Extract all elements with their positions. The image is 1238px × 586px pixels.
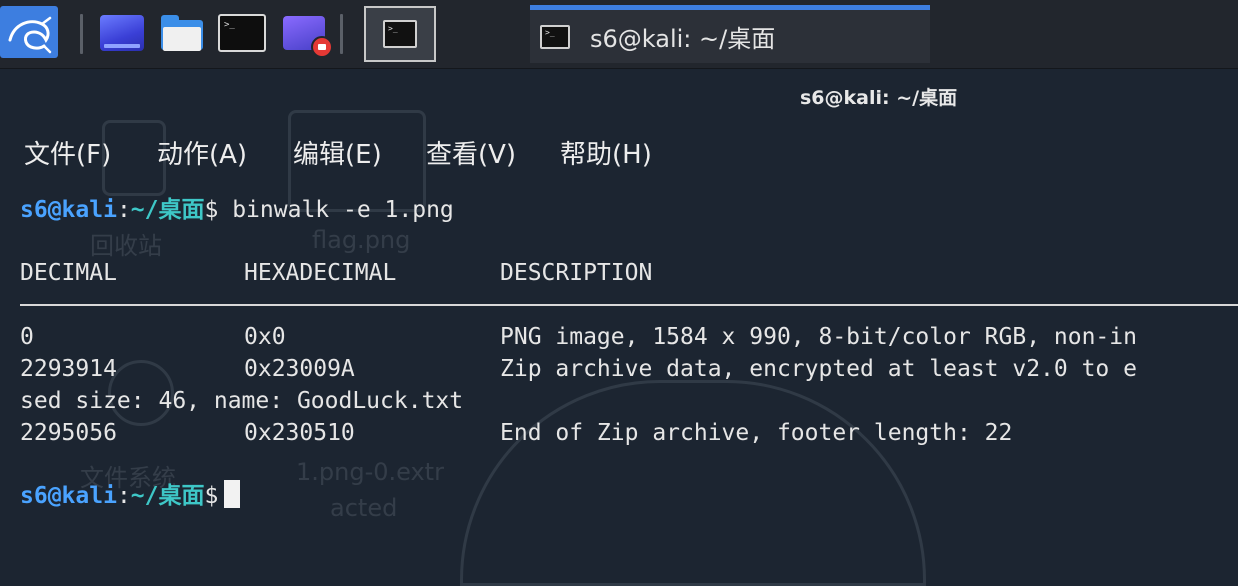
taskbar-window-tab[interactable]: >_ s6@kali: ~/桌面 <box>530 5 930 63</box>
prompt-separator: : <box>116 483 131 509</box>
command-line: s6@kali:~/桌面$ binwalk -e 1.png <box>20 194 454 226</box>
workspace-switcher-button[interactable]: >_ <box>364 6 436 62</box>
window-title: s6@kali: ~/桌面 <box>800 87 958 109</box>
row-hex: 0x0 <box>244 324 286 350</box>
terminal-icon: >_ <box>218 14 266 52</box>
prompt-user: s6@kali <box>20 197 117 223</box>
table-row: 0 0x0 PNG image, 1584 x 990, 8-bit/color… <box>20 321 1238 353</box>
prompt-path: ~/桌面 <box>130 197 205 223</box>
screen-recorder-button[interactable] <box>276 8 333 58</box>
terminal-output[interactable]: s6@kali:~/桌面$ binwalk -e 1.png DECIMAL H… <box>20 190 1238 522</box>
command-text: binwalk -e 1.png <box>218 197 454 223</box>
row-decimal: 2293914 <box>20 356 117 382</box>
menu-action[interactable]: 动作(A) <box>157 134 247 171</box>
header-divider <box>20 304 1238 306</box>
prompt-path: ~/桌面 <box>130 483 205 509</box>
prompt-user: s6@kali <box>20 483 117 509</box>
menu-file[interactable]: 文件(F) <box>24 134 111 171</box>
menubar: 文件(F) 动作(A) 编辑(E) 查看(V) 帮助(H) <box>0 126 1238 176</box>
kali-dragon-icon[interactable] <box>0 6 58 58</box>
header-decimal: DECIMAL <box>20 260 117 286</box>
terminal-icon: >_ <box>540 24 570 49</box>
table-row: 2295056 0x230510 End of Zip archive, foo… <box>20 417 1238 449</box>
screen-recorder-icon <box>283 16 333 58</box>
menu-view[interactable]: 查看(V) <box>426 134 516 171</box>
row-description: End of Zip archive, footer length: 22 <box>500 420 1013 446</box>
folder-icon <box>159 15 205 51</box>
text-cursor <box>224 480 241 508</box>
file-manager-button[interactable] <box>156 8 208 58</box>
row-hex: 0x230510 <box>244 420 355 446</box>
table-row-wrap: sed size: 46, name: GoodLuck.txt <box>20 388 464 414</box>
table-row: 2293914 0x23009A Zip archive data, encry… <box>20 353 1238 385</box>
table-header: DECIMAL HEXADECIMAL DESCRIPTION <box>20 257 1238 289</box>
header-hex: HEXADECIMAL <box>244 260 397 286</box>
taskbar-separator <box>80 14 83 54</box>
window-titlebar[interactable]: s6@kali: ~/桌面 <box>0 69 1238 119</box>
row-description: PNG image, 1584 x 990, 8-bit/color RGB, … <box>500 324 1137 350</box>
menu-help[interactable]: 帮助(H) <box>560 134 652 171</box>
taskbar-separator <box>340 14 343 54</box>
prompt-line: s6@kali:~/桌面$ <box>20 480 241 512</box>
show-desktop-button[interactable] <box>98 8 146 58</box>
row-hex: 0x23009A <box>244 356 355 382</box>
row-decimal: 2295056 <box>20 420 117 446</box>
desktop-icon <box>100 15 144 51</box>
taskbar-window-title: s6@kali: ~/桌面 <box>590 25 776 53</box>
prompt-separator: : <box>116 197 131 223</box>
prompt-symbol: $ <box>204 483 219 509</box>
header-description: DESCRIPTION <box>500 260 653 286</box>
terminal-icon: >_ <box>383 20 417 48</box>
taskbar: >_ >_ >_ s6@kali: ~/桌面 <box>0 0 1238 69</box>
prompt-symbol: $ <box>204 197 219 223</box>
menu-edit[interactable]: 编辑(E) <box>293 134 382 171</box>
terminal-launcher-button[interactable]: >_ <box>216 8 268 58</box>
row-description: Zip archive data, encrypted at least v2.… <box>500 356 1137 382</box>
row-decimal: 0 <box>20 324 34 350</box>
